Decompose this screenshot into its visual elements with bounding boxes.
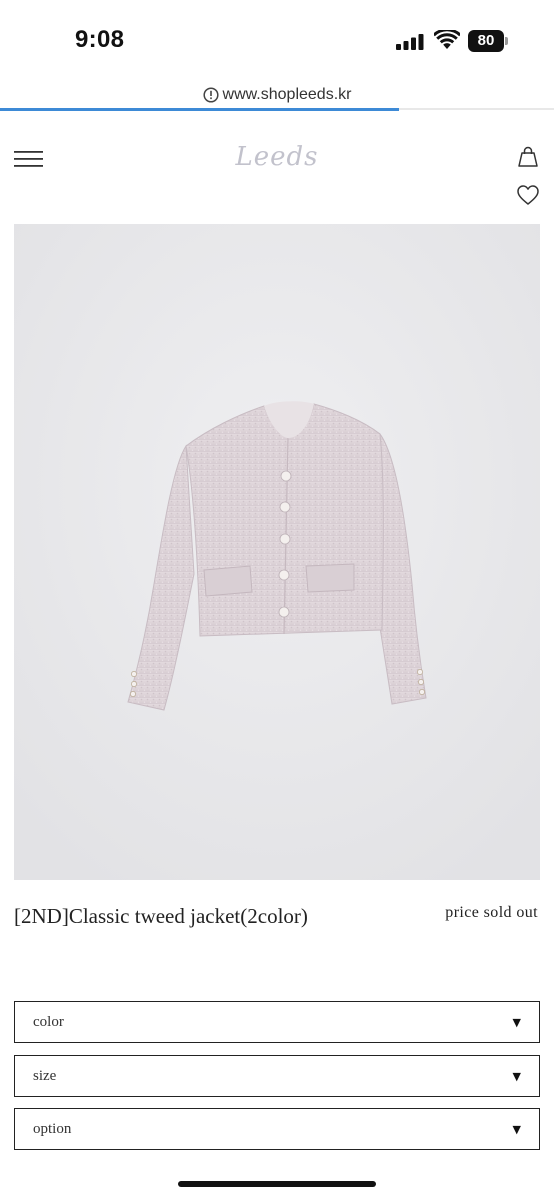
status-bar: 9:08 80 xyxy=(0,0,554,82)
battery-level: 80 xyxy=(477,32,495,49)
url-text[interactable]: www.shopleeds.kr xyxy=(223,86,352,104)
option-select-label: option xyxy=(33,1121,72,1137)
tweed-jacket-illustration xyxy=(14,224,540,880)
cellular-signal-icon xyxy=(396,34,424,50)
home-indicator[interactable] xyxy=(178,1181,376,1187)
site-header: Leeds xyxy=(0,112,554,220)
size-select-label: size xyxy=(33,1068,57,1084)
status-time: 9:08 xyxy=(75,26,125,53)
info-icon[interactable] xyxy=(202,87,219,103)
address-bar[interactable]: www.shopleeds.kr xyxy=(0,82,554,110)
color-select[interactable]: color ▼ xyxy=(14,1001,540,1043)
battery-icon: 80 xyxy=(468,30,508,52)
product-image[interactable] xyxy=(14,224,540,880)
shopping-bag-icon[interactable] xyxy=(515,144,541,170)
page-load-progress xyxy=(0,108,399,111)
wifi-icon xyxy=(434,30,460,49)
dropdown-arrow-icon: ▼ xyxy=(512,1070,521,1083)
color-select-label: color xyxy=(33,1014,64,1030)
option-select[interactable]: option ▼ xyxy=(14,1108,540,1150)
dropdown-arrow-icon: ▼ xyxy=(512,1123,521,1136)
product-price-status: price sold out xyxy=(445,904,538,921)
dropdown-arrow-icon: ▼ xyxy=(512,1016,521,1029)
product-name: [2ND]Classic tweed jacket(2color) xyxy=(14,904,308,928)
heart-icon[interactable] xyxy=(516,184,540,206)
brand-logo[interactable]: Leeds xyxy=(0,142,554,172)
size-select[interactable]: size ▼ xyxy=(14,1055,540,1097)
